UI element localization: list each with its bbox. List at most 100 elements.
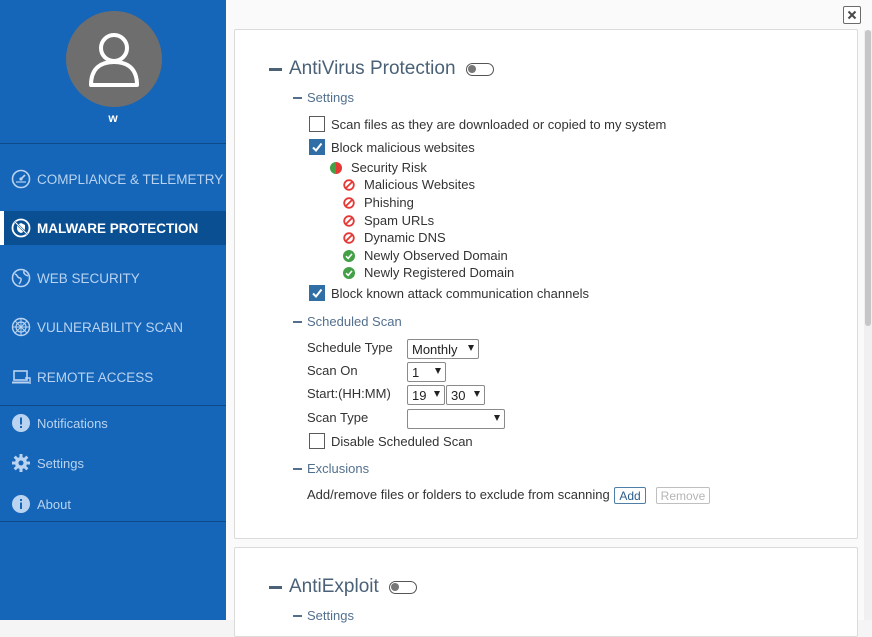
laptop-icon (10, 366, 32, 388)
category-phishing[interactable]: Phishing (343, 195, 414, 210)
info-icon (10, 493, 32, 515)
block-attack-checkbox[interactable]: Block known attack communication channel… (309, 285, 589, 301)
nav-label: COMPLIANCE & TELEMETRY (37, 171, 224, 187)
category-label: Malicious Websites (364, 177, 476, 192)
checkbox-label: Block malicious websites (331, 139, 475, 155)
dropdown-arrow-icon (468, 345, 474, 351)
dropdown-arrow-icon (474, 391, 480, 397)
gauge-icon (10, 168, 32, 190)
antiexploit-toggle[interactable] (388, 580, 417, 594)
block-malicious-checkbox[interactable]: Block malicious websites (309, 139, 475, 155)
remove-exclusion-button[interactable]: Remove (656, 487, 710, 504)
scan-downloads-checkbox[interactable]: Scan files as they are downloaded or cop… (309, 116, 666, 132)
category-dynamic-dns[interactable]: Dynamic DNS (343, 230, 446, 245)
checkbox-box[interactable] (309, 139, 325, 155)
nav-compliance-telemetry[interactable]: COMPLIANCE & TELEMETRY (0, 162, 226, 196)
select-value: 19 (412, 387, 427, 403)
blocked-icon (343, 214, 355, 227)
select-value: Monthly (412, 341, 458, 357)
exclusions-description: Add/remove files or folders to exclude f… (307, 487, 610, 502)
divider (0, 143, 226, 144)
category-label: Newly Observed Domain (364, 248, 508, 263)
settings-subsection-title[interactable]: Settings (293, 90, 354, 105)
shield-ban-icon (10, 217, 32, 239)
blocked-icon (343, 178, 355, 191)
nav-remote-access[interactable]: REMOTE ACCESS (0, 360, 226, 394)
close-icon (847, 10, 857, 20)
nav-about[interactable]: About (0, 487, 226, 521)
scan-type-label: Scan Type (307, 410, 369, 425)
scrollbar[interactable] (864, 30, 872, 620)
dropdown-arrow-icon (435, 368, 441, 374)
globe-icon (10, 267, 32, 289)
category-label: Security Risk (351, 160, 427, 175)
divider (0, 521, 226, 522)
user-icon (89, 33, 139, 87)
checkbox-box[interactable] (309, 433, 325, 449)
collapse-icon (293, 614, 302, 617)
nav-label: REMOTE ACCESS (37, 369, 154, 385)
collapse-icon (293, 320, 302, 323)
category-label: Spam URLs (364, 213, 435, 228)
nav-label: WEB SECURITY (37, 270, 140, 286)
avatar (66, 11, 162, 107)
nav-notifications[interactable]: Notifications (0, 406, 226, 440)
antiexploit-settings-subsection-title[interactable]: Settings (293, 608, 354, 623)
nav-malware-protection[interactable]: MALWARE PROTECTION (0, 211, 226, 245)
start-hour-select[interactable]: 19 (407, 385, 445, 405)
start-minute-select[interactable]: 30 (446, 385, 485, 405)
add-exclusion-button[interactable]: Add (614, 487, 646, 504)
gear-icon (10, 452, 32, 474)
select-value: 30 (451, 387, 466, 403)
allowed-icon (343, 249, 355, 262)
antivirus-title: AntiVirus Protection (289, 58, 456, 79)
blocked-icon (343, 231, 355, 244)
nav-label: Notifications (37, 415, 108, 431)
category-malicious-websites[interactable]: Malicious Websites (343, 177, 475, 192)
category-label: Phishing (364, 195, 414, 210)
username: w (108, 111, 118, 125)
nav-vulnerability-scan[interactable]: VULNERABILITY SCAN (0, 310, 226, 344)
nav-settings[interactable]: Settings (0, 446, 226, 480)
exclusions-label: Exclusions (307, 461, 370, 476)
nav-label: About (37, 496, 71, 512)
scheduled-scan-subsection-title[interactable]: Scheduled Scan (293, 314, 402, 329)
category-label: Dynamic DNS (364, 230, 446, 245)
antivirus-section-title[interactable]: AntiVirus Protection (269, 58, 494, 80)
scan-on-label: Scan On (307, 363, 358, 378)
disable-scheduled-scan-checkbox[interactable]: Disable Scheduled Scan (309, 433, 473, 449)
allowed-icon (343, 266, 355, 279)
partial-status-icon (330, 161, 342, 174)
checkbox-label: Block known attack communication channel… (331, 285, 589, 301)
nav-web-security[interactable]: WEB SECURITY (0, 261, 226, 295)
checkbox-box[interactable] (309, 285, 325, 301)
nav-label: VULNERABILITY SCAN (37, 319, 184, 335)
settings-label: Settings (307, 90, 354, 105)
exclusions-subsection-title[interactable]: Exclusions (293, 461, 369, 476)
category-security-risk[interactable]: Security Risk (330, 160, 427, 175)
checkbox-box[interactable] (309, 116, 325, 132)
dropdown-arrow-icon (494, 415, 500, 421)
settings-label: Settings (307, 608, 354, 623)
close-button[interactable] (843, 6, 861, 24)
antiexploit-title: AntiExploit (289, 576, 379, 597)
schedule-type-label: Schedule Type (307, 340, 393, 355)
scrollbar-thumb[interactable] (865, 30, 871, 326)
collapse-icon (269, 67, 282, 71)
nav-label: Settings (37, 455, 84, 471)
sidebar: w COMPLIANCE & TELEMETRY MALWARE PROTECT… (0, 0, 226, 620)
dropdown-arrow-icon (434, 391, 440, 397)
category-newly-registered-domain[interactable]: Newly Registered Domain (343, 265, 514, 280)
scan-on-select[interactable]: 1 (407, 362, 446, 382)
antiexploit-section-title[interactable]: AntiExploit (269, 576, 417, 598)
scan-type-select[interactable] (407, 409, 505, 429)
schedule-type-select[interactable]: Monthly (407, 339, 479, 359)
checkbox-label: Disable Scheduled Scan (331, 433, 473, 449)
category-newly-observed-domain[interactable]: Newly Observed Domain (343, 248, 508, 263)
start-time-label: Start:(HH:MM) (307, 386, 391, 401)
exclamation-icon (10, 412, 32, 434)
category-spam-urls[interactable]: Spam URLs (343, 213, 434, 228)
antivirus-toggle[interactable] (465, 62, 494, 76)
checkmark-icon (312, 288, 323, 299)
checkmark-icon (312, 142, 323, 153)
